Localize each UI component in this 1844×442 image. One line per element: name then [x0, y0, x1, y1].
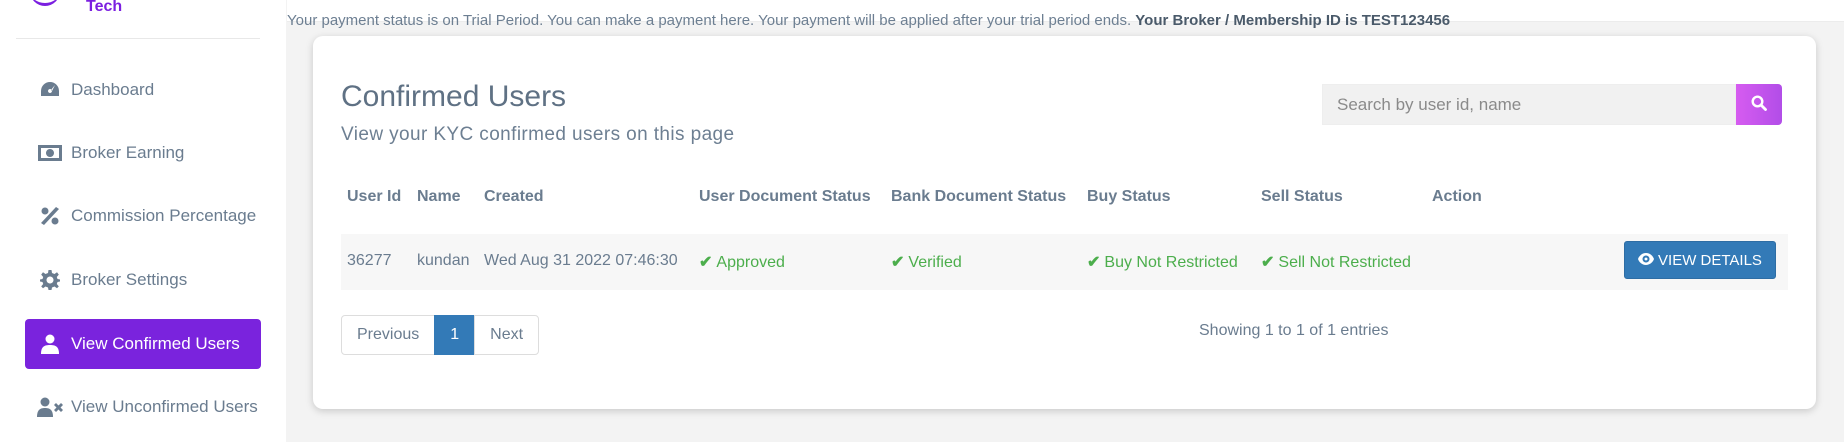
column-header-action: Action	[1432, 188, 1482, 205]
pagination-previous[interactable]: Previous	[341, 315, 436, 355]
view-details-label: VIEW DETAILS	[1658, 251, 1762, 269]
check-icon: ✔	[1261, 254, 1275, 271]
sidebar-item-view-unconfirmed-users[interactable]: View Unconfirmed Users	[25, 382, 261, 432]
money-icon	[37, 140, 63, 166]
search-input[interactable]	[1322, 84, 1736, 125]
sidebar-item-broker-earning[interactable]: Broker Earning	[25, 128, 261, 178]
cell-user-id: 36277	[347, 252, 392, 269]
status-text: Sell Not Restricted	[1278, 254, 1411, 271]
brand-logo	[30, 0, 60, 6]
sidebar-item-label: View Unconfirmed Users	[71, 397, 258, 416]
cell-buy-status: ✔ Buy Not Restricted	[1087, 252, 1238, 272]
column-header-buy-status: Buy Status	[1087, 188, 1171, 205]
pagination-page-1[interactable]: 1	[434, 315, 476, 355]
pagination-info: Showing 1 to 1 of 1 entries	[1199, 322, 1389, 339]
column-header-user-document-status: User Document Status	[699, 188, 871, 205]
payment-message-line: Your payment status is on Trial Period. …	[287, 12, 1450, 29]
status-text: Buy Not Restricted	[1104, 254, 1238, 271]
sidebar-item-view-confirmed-users[interactable]: View Confirmed Users	[25, 319, 261, 369]
cell-sell-status: ✔ Sell Not Restricted	[1261, 252, 1411, 272]
eye-icon	[1638, 252, 1658, 269]
sidebar-item-label: View Confirmed Users	[71, 334, 240, 353]
user-icon	[37, 331, 63, 357]
search-button[interactable]	[1736, 84, 1782, 125]
payment-message: Your payment status is on Trial Period. …	[287, 12, 1132, 29]
payment-status-bar: Your payment status is on Trial Period. …	[287, 0, 1844, 29]
sidebar-item-label: Dashboard	[71, 80, 155, 99]
column-header-sell-status: Sell Status	[1261, 188, 1343, 205]
view-details-button[interactable]: VIEW DETAILS	[1624, 241, 1776, 279]
status-text: Verified	[908, 254, 962, 271]
column-header-user-id: User Id	[347, 188, 402, 205]
status-text: Approved	[716, 254, 785, 271]
check-icon: ✔	[891, 254, 905, 271]
sidebar: Tech Dashboard Broker Earning Commission…	[0, 0, 286, 442]
sidebar-item-label: Broker Earning	[71, 143, 185, 162]
sidebar-item-commission-percentage[interactable]: Commission Percentage	[25, 191, 261, 241]
brand-name: Tech	[86, 0, 123, 15]
sidebar-item-label: Commission Percentage	[71, 206, 257, 225]
search-bar	[1322, 84, 1782, 125]
pagination: Previous 1 Next	[341, 315, 540, 355]
column-header-bank-document-status: Bank Document Status	[891, 188, 1067, 205]
user-times-icon	[37, 394, 63, 420]
sidebar-divider	[16, 38, 260, 39]
cell-bank-document-status: ✔ Verified	[891, 252, 962, 272]
search-icon	[1751, 95, 1767, 114]
pagination-next[interactable]: Next	[474, 315, 540, 355]
page-title: Confirmed Users	[341, 80, 567, 113]
dashboard-icon	[37, 77, 63, 103]
percent-icon	[37, 203, 63, 229]
confirmed-users-card: Confirmed Users View your KYC confirmed …	[313, 36, 1816, 409]
column-header-created: Created	[484, 188, 544, 205]
check-icon: ✔	[1087, 254, 1101, 271]
broker-id-text: Your Broker / Membership ID is TEST12345…	[1135, 12, 1451, 29]
check-icon: ✔	[699, 254, 713, 271]
sidebar-item-broker-settings[interactable]: Broker Settings	[25, 255, 261, 305]
sidebar-item-label: Broker Settings	[71, 270, 188, 289]
gear-icon	[37, 267, 63, 293]
cell-name: kundan	[417, 252, 470, 269]
cell-user-document-status: ✔ Approved	[699, 252, 785, 272]
sidebar-item-dashboard[interactable]: Dashboard	[25, 65, 261, 115]
cell-created: Wed Aug 31 2022 07:46:30	[484, 252, 678, 269]
page-subtitle: View your KYC confirmed users on this pa…	[341, 124, 735, 145]
column-header-name: Name	[417, 188, 461, 205]
